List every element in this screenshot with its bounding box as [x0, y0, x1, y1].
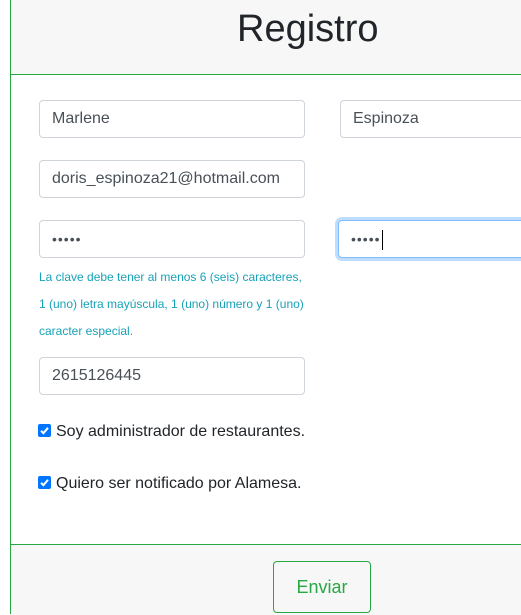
notify-checkbox-label: Quiero ser notificado por Alamesa.: [56, 475, 302, 492]
first-name-field[interactable]: Marlene: [39, 100, 305, 138]
check-icon: [40, 479, 49, 487]
password-field[interactable]: •••••: [39, 220, 305, 258]
phone-field[interactable]: 2615126445: [39, 357, 305, 395]
notify-checkbox-row[interactable]: Quiero ser notificado por Alamesa.: [38, 473, 301, 495]
password-confirm-field[interactable]: •••••: [338, 220, 521, 258]
admin-checkbox-label: Soy administrador de restaurantes.: [56, 423, 306, 440]
registration-card: Registro Marlene Espinoza doris_espinoza…: [10, 0, 521, 615]
page-title: Registro: [237, 8, 379, 50]
notify-checkbox[interactable]: [38, 476, 51, 489]
password-confirm-value: •••••: [351, 231, 381, 247]
submit-button[interactable]: Enviar: [273, 561, 371, 613]
card-header: Registro: [11, 0, 521, 75]
email-field[interactable]: doris_espinoza21@hotmail.com: [39, 160, 305, 198]
card-footer: Enviar: [11, 544, 521, 615]
admin-checkbox[interactable]: [38, 424, 51, 437]
admin-checkbox-row[interactable]: Soy administrador de restaurantes.: [38, 421, 305, 443]
password-help-text: La clave debe tener al menos 6 (seis) ca…: [39, 270, 304, 338]
text-caret: [381, 230, 383, 251]
last-name-field[interactable]: Espinoza: [340, 100, 521, 138]
check-icon: [40, 427, 49, 435]
